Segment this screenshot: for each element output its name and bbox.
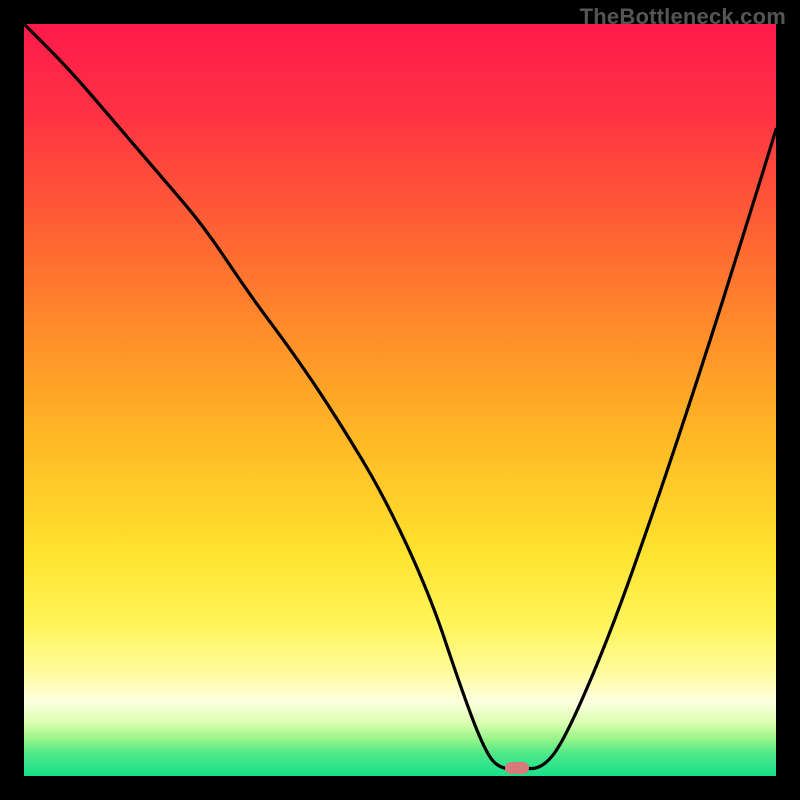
- bottleneck-curve: [24, 24, 776, 776]
- chart-frame: TheBottleneck.com: [0, 0, 800, 800]
- optimal-marker: [505, 762, 529, 774]
- watermark-label: TheBottleneck.com: [580, 4, 786, 30]
- plot-area: [24, 24, 776, 776]
